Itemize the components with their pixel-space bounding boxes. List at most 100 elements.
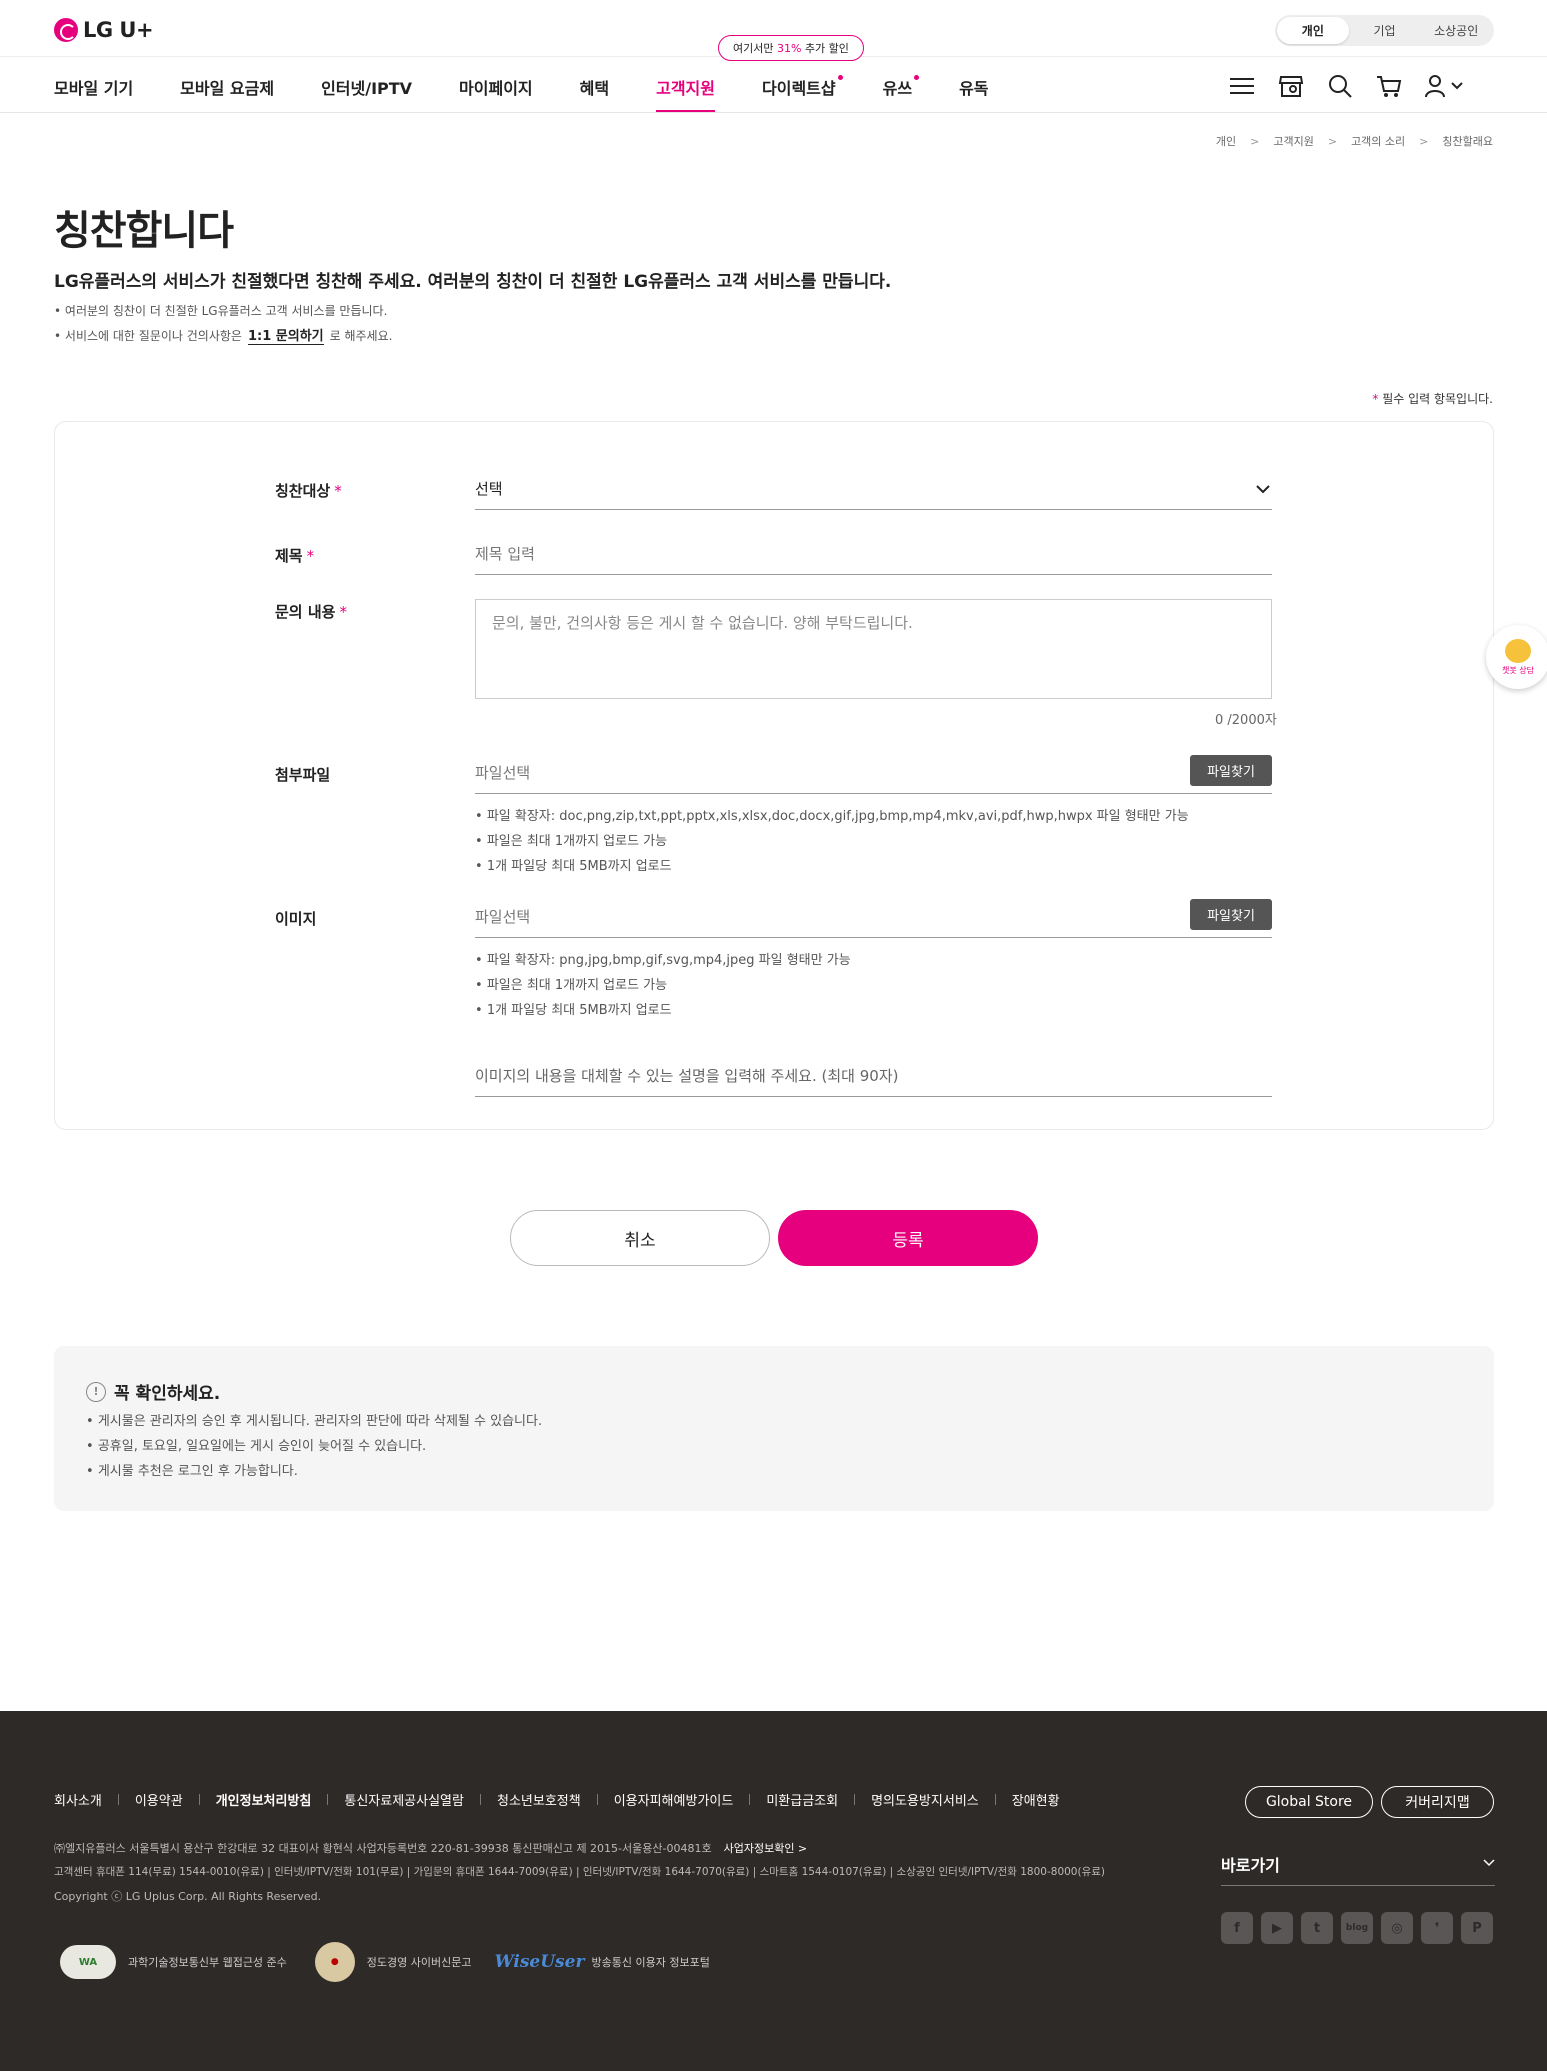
lg-uplus-logo[interactable]: LG U+ bbox=[54, 18, 154, 42]
footer-links: 회사소개 이용약관 개인정보처리방침 통신자료제공사실열람 청소년보호정책 이용… bbox=[54, 1790, 1060, 1809]
coverage-map-button[interactable]: 커버리지맵 bbox=[1381, 1786, 1494, 1818]
footer-link[interactable]: 이용약관 bbox=[135, 1790, 183, 1809]
nav-mobile-plan[interactable]: 모바일 요금제 bbox=[180, 75, 274, 115]
chevron-right-icon: > bbox=[1250, 134, 1260, 148]
content-label-text: 문의 내용 bbox=[275, 603, 336, 621]
search-icon[interactable] bbox=[1326, 72, 1354, 100]
title-input[interactable]: 제목 입력 bbox=[475, 533, 1272, 575]
divider bbox=[994, 1794, 996, 1805]
facebook-icon[interactable]: f bbox=[1221, 1912, 1253, 1944]
store-icon[interactable] bbox=[1277, 72, 1305, 100]
user-icon[interactable] bbox=[1424, 72, 1466, 100]
cancel-button[interactable]: 취소 bbox=[510, 1210, 770, 1266]
menu-icon[interactable] bbox=[1228, 72, 1256, 100]
nav-internet-iptv[interactable]: 인터넷/IPTV bbox=[321, 75, 412, 115]
required-star: * bbox=[339, 603, 347, 621]
crumb-personal[interactable]: 개인 bbox=[1216, 133, 1236, 149]
info-icon: ! bbox=[86, 1381, 106, 1402]
attach-file-field[interactable]: 파일선택 bbox=[475, 752, 1272, 794]
char-counter: 0 /2000자 bbox=[1215, 713, 1277, 728]
crumb-support[interactable]: 고객지원 bbox=[1273, 133, 1313, 149]
chatbot-label: 챗봇 상담 bbox=[1502, 665, 1534, 675]
header-utility-icons bbox=[1228, 72, 1466, 100]
main-nav: 모바일 기기 모바일 요금제 인터넷/IPTV 마이페이지 혜택 고객지원 다이… bbox=[54, 75, 1036, 115]
youtube-icon[interactable]: ▶ bbox=[1261, 1912, 1293, 1944]
ethics-management-icon[interactable]: ● bbox=[314, 1942, 355, 1982]
customer-type-toggle: 개인 기업 소상공인 bbox=[1275, 15, 1494, 46]
brunch-icon[interactable]: ❜ bbox=[1421, 1912, 1453, 1944]
chatbot-icon bbox=[1505, 638, 1531, 663]
shortcut-dropdown[interactable]: 바로가기 bbox=[1221, 1852, 1495, 1886]
promo-bubble: 여기서만 31% 추가 할인 bbox=[718, 35, 864, 61]
image-note: 파일 확장자: png,jpg,bmp,gif,svg,mp4,jpeg 파일 … bbox=[475, 949, 851, 968]
footer-link[interactable]: 이용자피해예방가이드 bbox=[614, 1790, 734, 1809]
nav-udok[interactable]: 유독 bbox=[959, 75, 988, 115]
inquiry-link[interactable]: 1:1 문의하기 bbox=[247, 329, 324, 345]
shortcut-label: 바로가기 bbox=[1221, 1856, 1280, 1875]
web-accessibility-mark-icon[interactable]: WA bbox=[60, 1945, 116, 1979]
notice-item: 게시물은 관리자의 승인 후 게시됩니다. 관리자의 판단에 따라 삭제될 수 … bbox=[86, 1410, 542, 1429]
footer-link[interactable]: 명의도용방지서비스 bbox=[871, 1790, 979, 1809]
notice-item: 게시물 추천은 로그인 후 가능합니다. bbox=[86, 1460, 298, 1479]
title-label: 제목 * bbox=[275, 545, 314, 566]
cart-icon[interactable] bbox=[1375, 72, 1403, 100]
segment-small-business[interactable]: 소상공인 bbox=[1420, 17, 1492, 44]
twitter-icon[interactable]: t bbox=[1301, 1912, 1333, 1944]
nav-benefits[interactable]: 혜택 bbox=[580, 75, 609, 115]
segment-business[interactable]: 기업 bbox=[1349, 17, 1421, 44]
promo-value: 31% bbox=[776, 41, 802, 55]
submit-button[interactable]: 등록 bbox=[778, 1210, 1038, 1266]
target-select-value: 선택 bbox=[475, 480, 503, 498]
nav-direct-shop[interactable]: 다이렉트샵 bbox=[762, 75, 843, 115]
footer-link[interactable]: 통신자료제공사실열람 bbox=[344, 1790, 464, 1809]
nav-mobile-device[interactable]: 모바일 기기 bbox=[54, 75, 133, 115]
content-textarea[interactable]: 문의, 불만, 건의사항 등은 게시 할 수 없습니다. 양해 부탁드립니다. bbox=[475, 599, 1272, 699]
note2-suffix: 로 해주세요. bbox=[329, 329, 393, 343]
image-find-button[interactable]: 파일찾기 bbox=[1190, 899, 1272, 930]
cs-info: 고객센터 휴대폰 114(무료) 1544-0010(유료) | 인터넷/IPT… bbox=[54, 1866, 1105, 1878]
attach-find-button[interactable]: 파일찾기 bbox=[1190, 755, 1272, 786]
image-note: 파일은 최대 1개까지 업로드 가능 bbox=[475, 974, 667, 993]
content-label: 문의 내용 * bbox=[275, 601, 347, 622]
company-info: ㈜엘지유플러스 서울특별시 용산구 한강대로 32 대표이사 황현식 사업자등록… bbox=[54, 1840, 807, 1856]
target-select[interactable]: 선택 bbox=[475, 468, 1272, 510]
crumb-voc[interactable]: 고객의 소리 bbox=[1351, 133, 1405, 149]
image-alt-input[interactable]: 이미지의 내용을 대체할 수 있는 설명을 입력해 주세요. (최대 90자) bbox=[475, 1055, 1272, 1097]
chevron-right-icon: > bbox=[1327, 134, 1338, 148]
chevron-right-icon: > bbox=[1419, 134, 1429, 148]
company-info-text: ㈜엘지유플러스 서울특별시 용산구 한강대로 32 대표이사 황현식 사업자등록… bbox=[54, 1842, 712, 1855]
footer-link[interactable]: 청소년보호정책 bbox=[497, 1790, 581, 1809]
wiseuser-logo[interactable]: WiseUser bbox=[495, 1945, 585, 1979]
footer-link[interactable]: 장애현황 bbox=[1012, 1790, 1060, 1809]
chevron-down-icon bbox=[1483, 1852, 1495, 1885]
lg-logo-icon bbox=[54, 18, 78, 42]
chatbot-button[interactable]: 챗봇 상담 bbox=[1486, 625, 1547, 689]
sns-links: f ▶ t blog ◎ ❜ P bbox=[1221, 1912, 1493, 1944]
global-store-button[interactable]: Global Store bbox=[1245, 1786, 1373, 1818]
segment-personal[interactable]: 개인 bbox=[1277, 17, 1349, 44]
nav-youth[interactable]: 유쓰 bbox=[882, 75, 920, 115]
company-info-link[interactable]: 사업자정보확인 > bbox=[724, 1842, 808, 1855]
nav-customer-support[interactable]: 고객지원 bbox=[656, 75, 715, 115]
footer-link-privacy[interactable]: 개인정보처리방침 bbox=[216, 1790, 312, 1809]
notice-title: ! 꼭 확인하세요. bbox=[86, 1379, 220, 1404]
attach-note: 1개 파일당 최대 5MB까지 업로드 bbox=[475, 855, 672, 874]
logo-text: LG U+ bbox=[83, 18, 154, 42]
new-dot bbox=[837, 75, 843, 80]
notice-title-text: 꼭 확인하세요. bbox=[114, 1384, 221, 1404]
divider bbox=[198, 1794, 200, 1805]
post-icon[interactable]: P bbox=[1461, 1912, 1493, 1944]
instagram-icon[interactable]: ◎ bbox=[1381, 1912, 1413, 1944]
notice-item: 공휴일, 토요일, 일요일에는 게시 승인이 늦어질 수 있습니다. bbox=[86, 1435, 426, 1454]
blog-icon[interactable]: blog bbox=[1341, 1912, 1373, 1944]
footer-link[interactable]: 회사소개 bbox=[54, 1790, 102, 1809]
nav-youth-label: 유쓰 bbox=[882, 79, 913, 98]
nav-mypage[interactable]: 마이페이지 bbox=[459, 75, 533, 115]
divider bbox=[854, 1794, 856, 1805]
cert-logos: WA 과학기술정보통신부 웹접근성 준수 ● 정도경영 사이버신문고 WiseU… bbox=[60, 1942, 710, 1982]
footer-link[interactable]: 미환급금조회 bbox=[766, 1790, 838, 1809]
image-file-field[interactable]: 파일선택 bbox=[475, 896, 1272, 938]
page-lead: LG유플러스의 서비스가 친절했다면 칭찬해 주세요. 여러분의 칭찬이 더 친… bbox=[54, 272, 892, 292]
target-label-text: 칭찬대상 bbox=[275, 482, 331, 500]
crumb-current: 칭찬할래요 bbox=[1442, 135, 1493, 148]
